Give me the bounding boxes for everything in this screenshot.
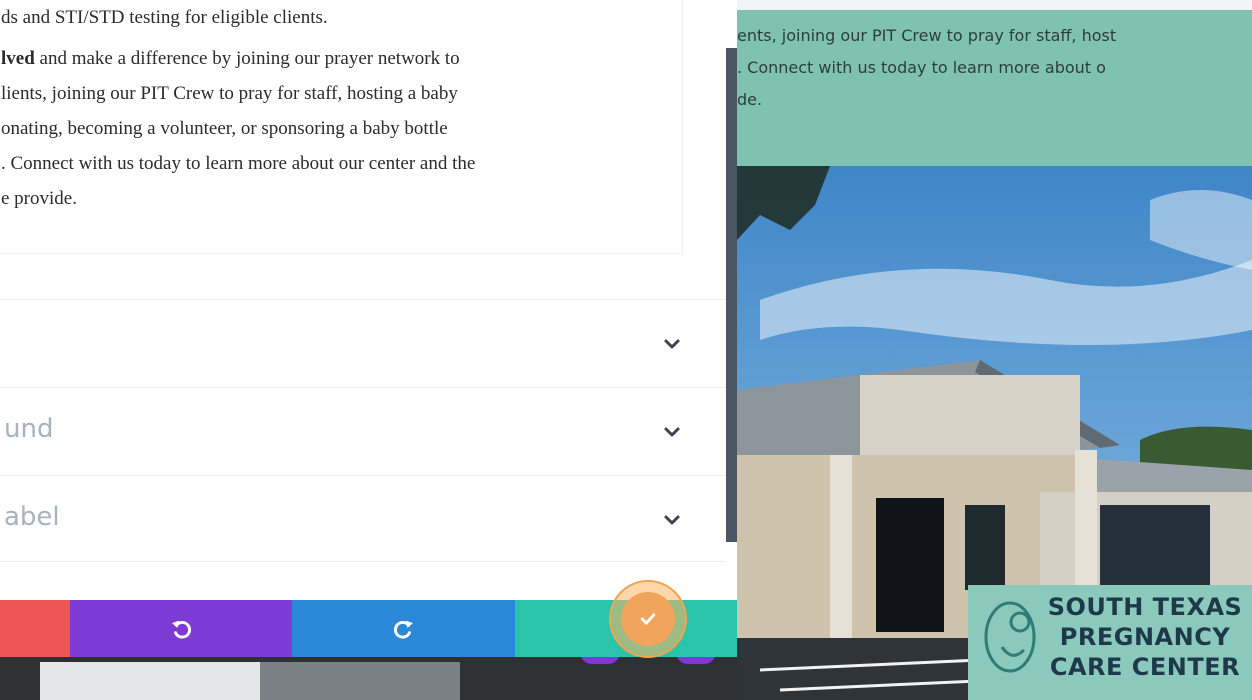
text-content-card[interactable]: ds and STI/STD testing for eligible clie… (0, 0, 683, 254)
panel-scrollbar[interactable] (726, 48, 737, 542)
center-sign: SOUTH TEXAS PREGNANCY CARE CENTER (1045, 592, 1245, 682)
accordion-label: abel (4, 502, 60, 532)
accordion-toggle-1[interactable] (0, 299, 726, 387)
sign-line: CARE CENTER (1049, 653, 1241, 681)
preview-line: . Connect with us today to learn more ab… (737, 58, 1106, 77)
action-bar (0, 580, 737, 658)
accordion-toggle-2[interactable]: und (0, 387, 726, 475)
check-icon (640, 613, 656, 625)
undo-button[interactable] (70, 600, 292, 657)
body-line: lients, joining our PIT Crew to pray for… (1, 83, 458, 104)
body-line: . Connect with us today to learn more ab… (1, 153, 476, 174)
chevron-down-icon[interactable] (660, 332, 684, 356)
chevron-down-icon[interactable] (660, 508, 684, 532)
undo-icon (172, 620, 192, 639)
preview-line: ents, joining our PIT Crew to pray for s… (737, 26, 1117, 45)
body-line: ds and STI/STD testing for eligible clie… (1, 7, 328, 28)
preview-paragraph: ents, joining our PIT Crew to pray for s… (737, 20, 1252, 116)
preview-line: de. (737, 90, 763, 109)
save-button[interactable] (515, 580, 737, 658)
body-text: ds and STI/STD testing for eligible clie… (1, 5, 681, 216)
accordion-label: und (4, 414, 54, 444)
redo-button[interactable] (292, 600, 515, 657)
preview-text-band: ents, joining our PIT Crew to pray for s… (737, 10, 1252, 166)
redo-icon (393, 620, 413, 639)
accordion-toggle-3[interactable]: abel (0, 475, 726, 562)
body-text-span: and make a difference by joining our pra… (34, 48, 460, 69)
body-line: onating, becoming a volunteer, or sponso… (1, 118, 448, 139)
save-button-core[interactable] (621, 592, 675, 646)
body-line: lved and make a difference by joining ou… (1, 41, 681, 76)
bold-text: lved (1, 48, 35, 69)
sign-line: SOUTH TEXAS (1047, 593, 1243, 621)
settings-panel: ds and STI/STD testing for eligible clie… (0, 0, 737, 600)
body-line: e provide. (1, 188, 77, 209)
sign-line: PREGNANCY (1059, 623, 1231, 651)
chevron-down-icon[interactable] (660, 420, 684, 444)
discard-button[interactable] (0, 600, 70, 657)
